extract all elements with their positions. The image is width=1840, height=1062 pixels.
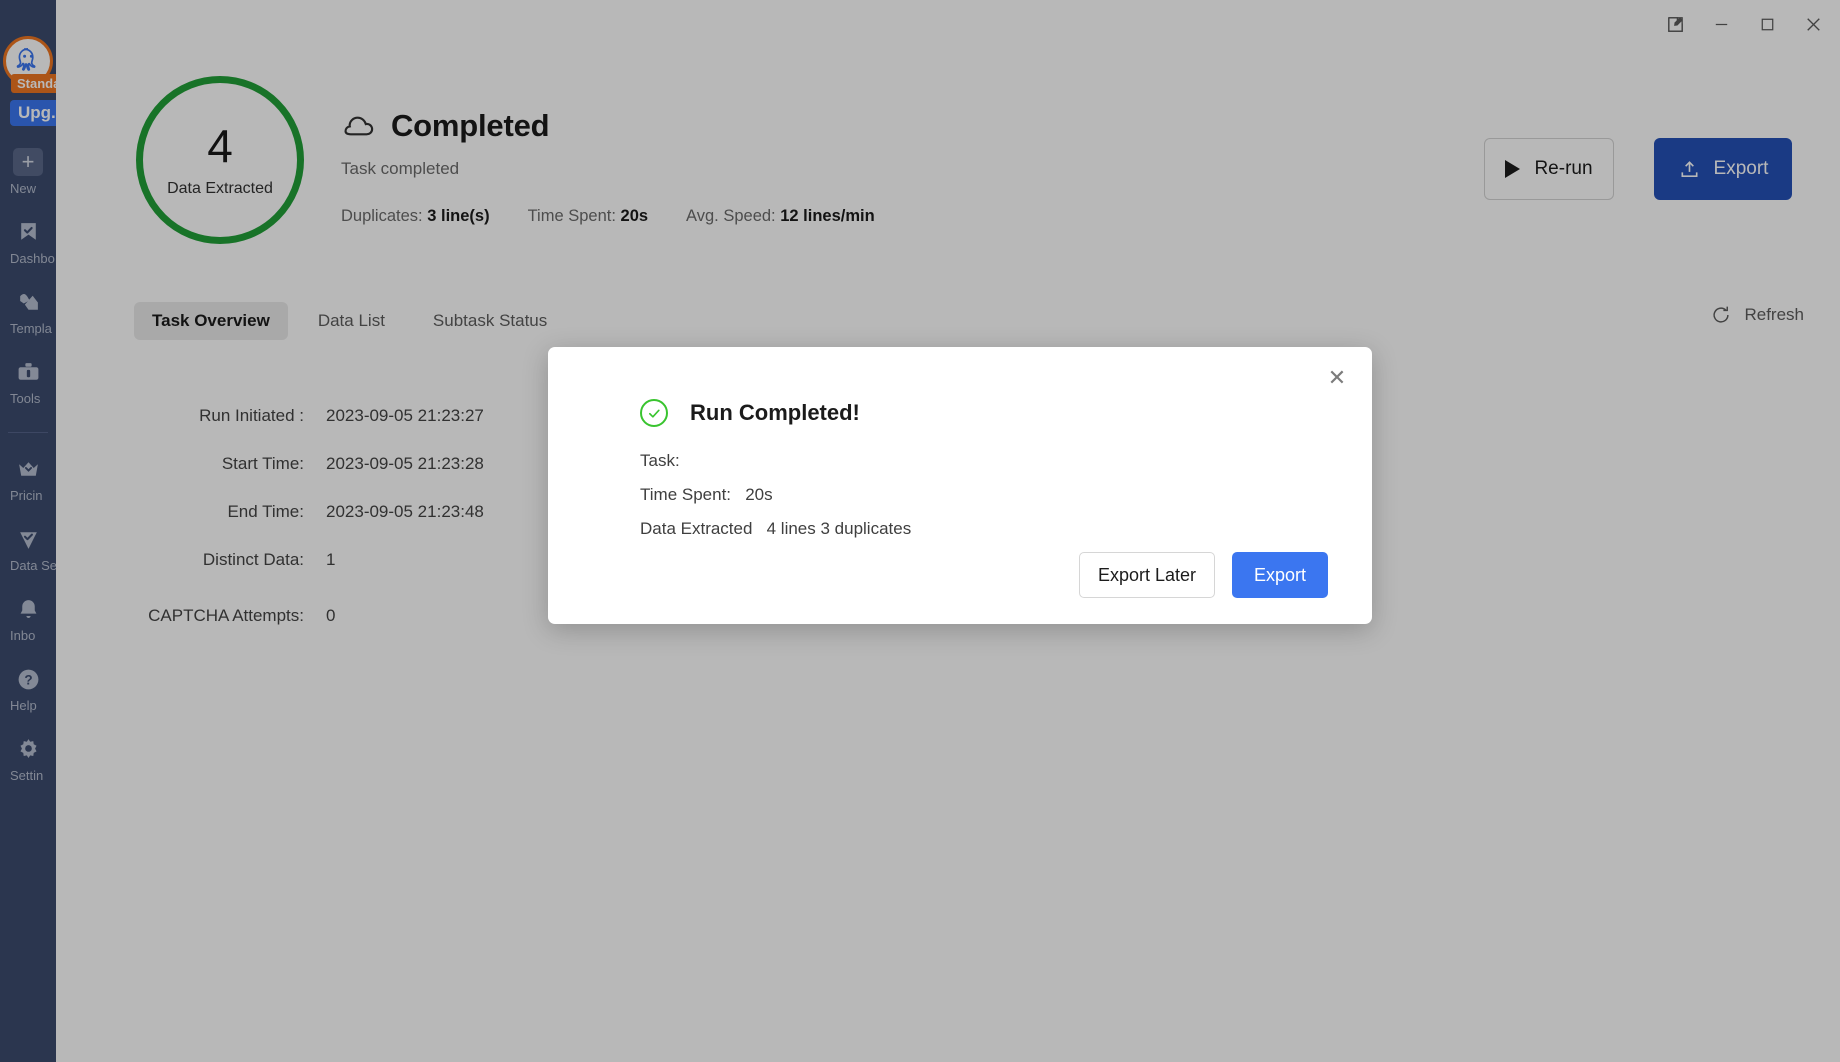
dialog-line-task: Task: (640, 451, 680, 470)
check-circle-icon (640, 399, 668, 427)
dialog-line-data-extracted: Data Extracted 4 lines 3 duplicates (640, 519, 912, 538)
dialog-title: Run Completed! (690, 400, 860, 425)
dialog-header: Run Completed! (548, 347, 1372, 427)
app-window: Standard Upg. + New Dashbo Templa Tools (0, 0, 1840, 1062)
export-later-button[interactable]: Export Later (1078, 552, 1215, 598)
dialog-export-button[interactable]: Export (1232, 552, 1328, 598)
dialog-line-time-spent: Time Spent: 20s (640, 485, 773, 504)
dialog-actions: Export Later Export (1078, 552, 1328, 598)
dialog-body: Task: Time Spent: 20s Data Extracted 4 l… (548, 427, 1372, 539)
run-completed-dialog: ✕ Run Completed! Task: Time Spent: 20s D… (548, 347, 1372, 624)
close-icon[interactable]: ✕ (1320, 361, 1354, 395)
